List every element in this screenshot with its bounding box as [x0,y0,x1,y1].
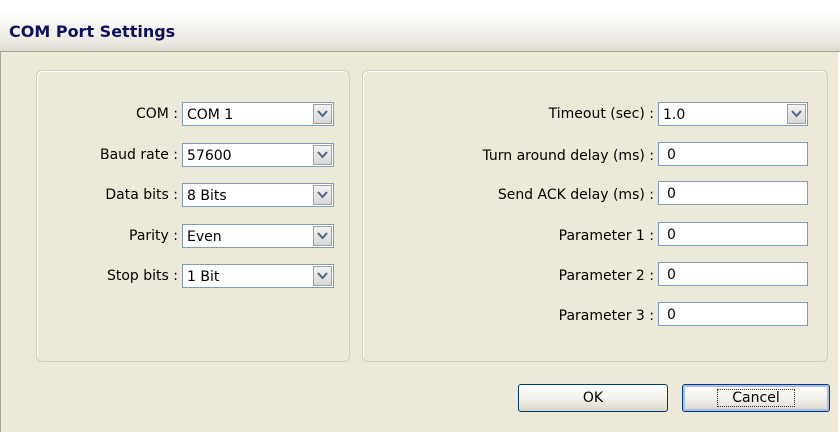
cancel-button-label: Cancel [717,389,795,407]
window-title: COM Port Settings [9,22,176,41]
baud-rate-select[interactable]: 57600 [182,143,334,167]
turn-around-delay-input[interactable]: 0 [658,142,808,166]
send-ack-delay-label: Send ACK delay (ms) : [497,187,654,203]
chevron-down-icon[interactable] [313,185,332,205]
parameter-1-value: 0 [667,227,676,243]
ok-button[interactable]: OK [518,384,668,412]
data-bits-label: Data bits : [105,187,178,203]
timeout-select[interactable]: 1.0 [658,102,808,126]
parity-value: Even [187,229,222,245]
parameter-3-label: Parameter 3 : [558,308,654,324]
chevron-down-icon[interactable] [313,145,332,165]
chevron-down-icon[interactable] [313,226,332,246]
stop-bits-select[interactable]: 1 Bit [182,264,334,288]
parameter-1-input[interactable]: 0 [658,222,808,246]
send-ack-delay-value: 0 [667,186,676,202]
baud-rate-label: Baud rate : [100,147,178,163]
data-bits-value: 8 Bits [187,188,227,204]
title-bar: COM Port Settings [0,12,840,52]
send-ack-delay-input[interactable]: 0 [658,181,808,205]
parameter-3-input[interactable]: 0 [658,302,808,326]
ok-button-label: OK [582,390,604,406]
data-bits-select[interactable]: 8 Bits [182,183,334,207]
parameter-3-value: 0 [667,307,676,323]
cancel-button[interactable]: Cancel [682,384,830,412]
parity-select[interactable]: Even [182,224,334,248]
com-select[interactable]: COM 1 [182,102,334,126]
parameter-2-input[interactable]: 0 [658,262,808,286]
parameter-2-value: 0 [667,267,676,283]
stop-bits-value: 1 Bit [187,269,220,285]
timeout-value: 1.0 [663,107,686,123]
turn-around-delay-label: Turn around delay (ms) : [482,148,654,164]
com-label: COM : [135,106,178,122]
chevron-down-icon[interactable] [313,266,332,286]
parity-label: Parity : [129,228,178,244]
chevron-down-icon[interactable] [313,104,332,124]
timeout-label: Timeout (sec) : [548,106,654,122]
com-value: COM 1 [187,107,234,123]
parameter-2-label: Parameter 2 : [558,268,654,284]
turn-around-delay-value: 0 [667,147,676,163]
parameter-1-label: Parameter 1 : [558,228,654,244]
chevron-down-icon[interactable] [787,104,806,124]
baud-rate-value: 57600 [187,148,232,164]
stop-bits-label: Stop bits : [106,268,178,284]
